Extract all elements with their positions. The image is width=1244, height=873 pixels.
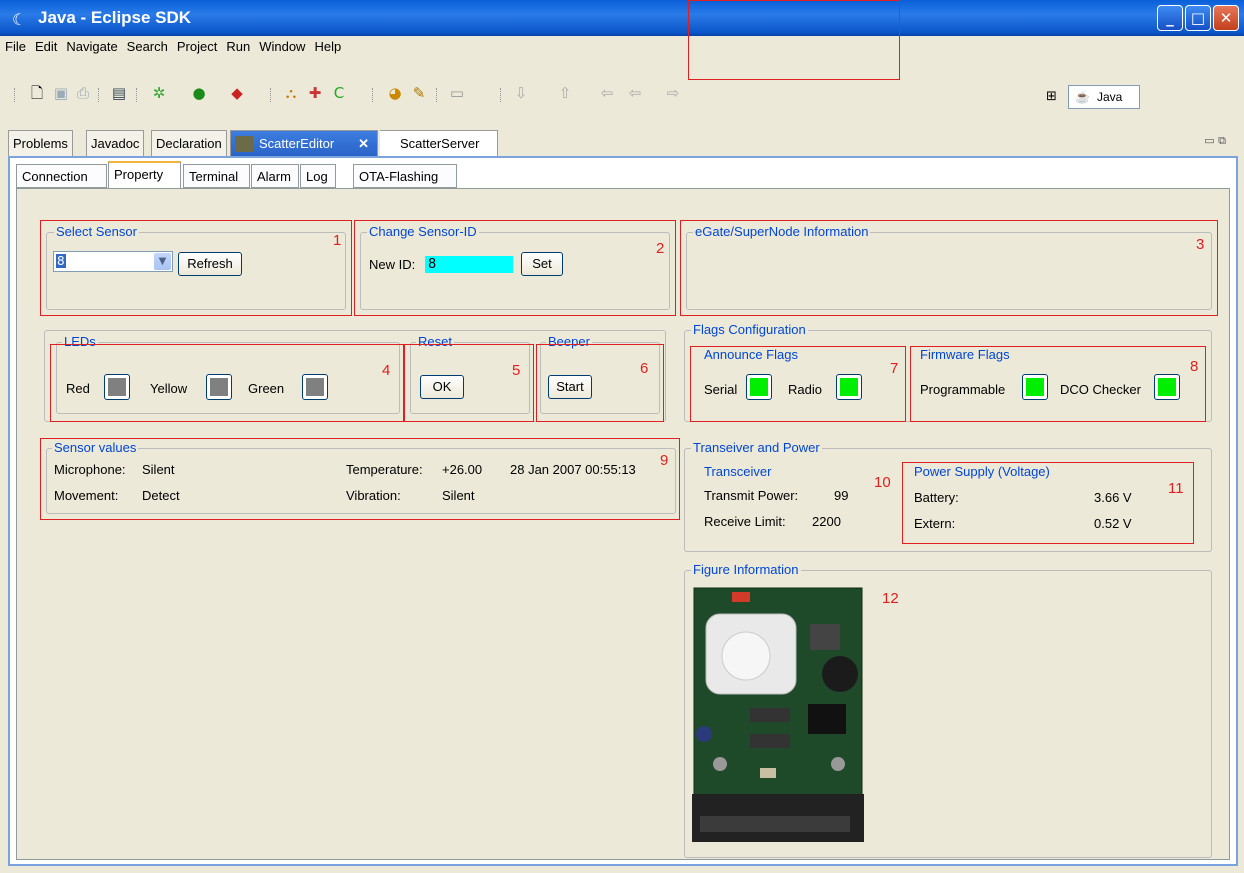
menu-project[interactable]: Project [172, 36, 221, 54]
receive-limit-label: Receive Limit: [704, 514, 786, 529]
binary-icon[interactable]: ▤ [110, 84, 128, 102]
next-annotation-icon[interactable]: ⇩ [512, 84, 530, 102]
close-window-button[interactable]: ✕ [1213, 5, 1239, 31]
java-perspective-icon: ☕ [1075, 90, 1090, 104]
annotation-box-6 [536, 344, 664, 422]
open-perspective-icon[interactable]: ⊞ [1046, 89, 1057, 104]
maximize-button[interactable]: □ [1185, 5, 1211, 31]
external-tools-icon[interactable]: ◆ [228, 84, 246, 102]
annotation-box-3 [680, 220, 1218, 316]
tab-declaration[interactable]: Declaration [151, 130, 227, 156]
menu-help[interactable]: Help [309, 36, 345, 54]
tab-terminal[interactable]: Terminal [183, 164, 250, 188]
view-tab-bar: Problems Javadoc Declaration ScatterEdit… [8, 130, 1240, 156]
annotation-number-9: 9 [660, 452, 669, 469]
debug-icon[interactable]: ✲ [150, 84, 168, 102]
window-title: Java - Eclipse SDK [38, 8, 192, 27]
annotation-number-11: 11 [1168, 480, 1184, 497]
new-icon[interactable]: 🗋 [28, 84, 46, 102]
annotation-box-1 [40, 220, 352, 316]
minimize-button[interactable]: _ [1157, 5, 1183, 31]
annotation-box-10 [688, 0, 900, 80]
tab-connection[interactable]: Connection [16, 164, 107, 188]
toolbar-separator [14, 88, 17, 102]
annotation-box-7 [690, 346, 906, 422]
new-package-icon[interactable]: ⛬ [282, 84, 300, 102]
tab-ota-flashing[interactable]: OTA-Flashing [353, 164, 457, 188]
transmit-power-value: 99 [834, 488, 849, 503]
flags-configuration-title: Flags Configuration [691, 322, 808, 337]
toolbar [0, 58, 1244, 118]
tab-problems[interactable]: Problems [8, 130, 73, 156]
annotation-number-2: 2 [656, 240, 665, 257]
annotation-box-5 [404, 344, 534, 422]
minimize-maximize-icon[interactable]: ▭ ⧉ [1204, 134, 1226, 148]
search-icon[interactable]: ✎ [410, 84, 428, 102]
annotation-box-2 [354, 220, 676, 316]
toolbar-separator [436, 88, 439, 102]
toolbar-separator [98, 88, 101, 102]
scattereditor-icon [235, 136, 253, 152]
menu-run[interactable]: Run [221, 36, 254, 54]
annotation-box-8 [910, 346, 1206, 422]
menu-search[interactable]: Search [122, 36, 172, 54]
transceiver-title: Transceiver [702, 464, 774, 479]
sensor-board-image [690, 584, 880, 846]
annotation-number-10: 10 [874, 474, 891, 491]
menu-bar: File Edit Navigate Search Project Run Window He… [0, 36, 1244, 58]
menu-file[interactable]: File [0, 36, 30, 54]
last-edit-icon[interactable]: ⇦ [598, 84, 616, 102]
back-icon[interactable]: ⇦ [626, 84, 644, 102]
annotation-number-4: 4 [382, 362, 391, 379]
annotation-number-5: 5 [512, 362, 521, 379]
java-perspective-button[interactable]: ☕ Java [1068, 85, 1140, 109]
transceiver-power-title: Transeiver and Power [691, 440, 822, 455]
perspective-label: Java [1097, 90, 1123, 104]
toolbar-separator [500, 88, 503, 102]
title-bar: ☾ Java - Eclipse SDK _ □ ✕ [0, 0, 1244, 36]
tab-javadoc[interactable]: Javadoc [86, 130, 145, 156]
tab-property[interactable]: Property [108, 161, 181, 188]
menu-edit[interactable]: Edit [30, 36, 61, 54]
eclipse-app-icon: ☾ [12, 10, 27, 29]
tab-log[interactable]: Log [300, 164, 336, 188]
toolbar-separator [372, 88, 375, 102]
menu-window[interactable]: Window [254, 36, 309, 54]
toolbar-separator [136, 88, 139, 102]
transmit-power-label: Transmit Power: [704, 488, 799, 503]
tab-scatterserver[interactable]: ScatterServer [380, 130, 498, 156]
annotation-number-3: 3 [1196, 236, 1205, 253]
open-type-icon[interactable]: ◕ [386, 84, 404, 102]
forward-icon[interactable]: ⇨ [664, 84, 682, 102]
run-icon[interactable]: ● [190, 84, 208, 102]
open-folder-icon[interactable]: ▭ [448, 84, 466, 102]
tab-alarm[interactable]: Alarm [251, 164, 299, 188]
annotation-number-6: 6 [640, 360, 649, 377]
prev-annotation-icon[interactable]: ⇧ [556, 84, 574, 102]
receive-limit-value: 2200 [812, 514, 841, 529]
figure-information-title: Figure Information [691, 562, 801, 577]
new-wizard-icon[interactable]: C [330, 84, 348, 102]
annotation-number-7: 7 [890, 360, 899, 377]
close-tab-icon[interactable]: ✕ [358, 131, 369, 157]
toolbar-separator [270, 88, 273, 102]
print-icon[interactable]: ⎙ [74, 84, 92, 102]
tab-scattereditor-label: ScatterEditor [259, 136, 335, 151]
save-icon[interactable]: ▣ [52, 84, 70, 102]
annotation-box-11 [902, 462, 1194, 544]
annotation-number-8: 8 [1190, 358, 1199, 375]
tab-scattereditor[interactable]: ScatterEditor ✕ [230, 130, 378, 156]
annotation-number-1: 1 [333, 232, 342, 249]
annotation-box-9 [40, 438, 680, 520]
new-class-icon[interactable]: ✚ [306, 84, 324, 102]
menu-navigate[interactable]: Navigate [61, 36, 121, 54]
annotation-box-4 [50, 344, 404, 422]
annotation-number-12: 12 [882, 590, 899, 607]
